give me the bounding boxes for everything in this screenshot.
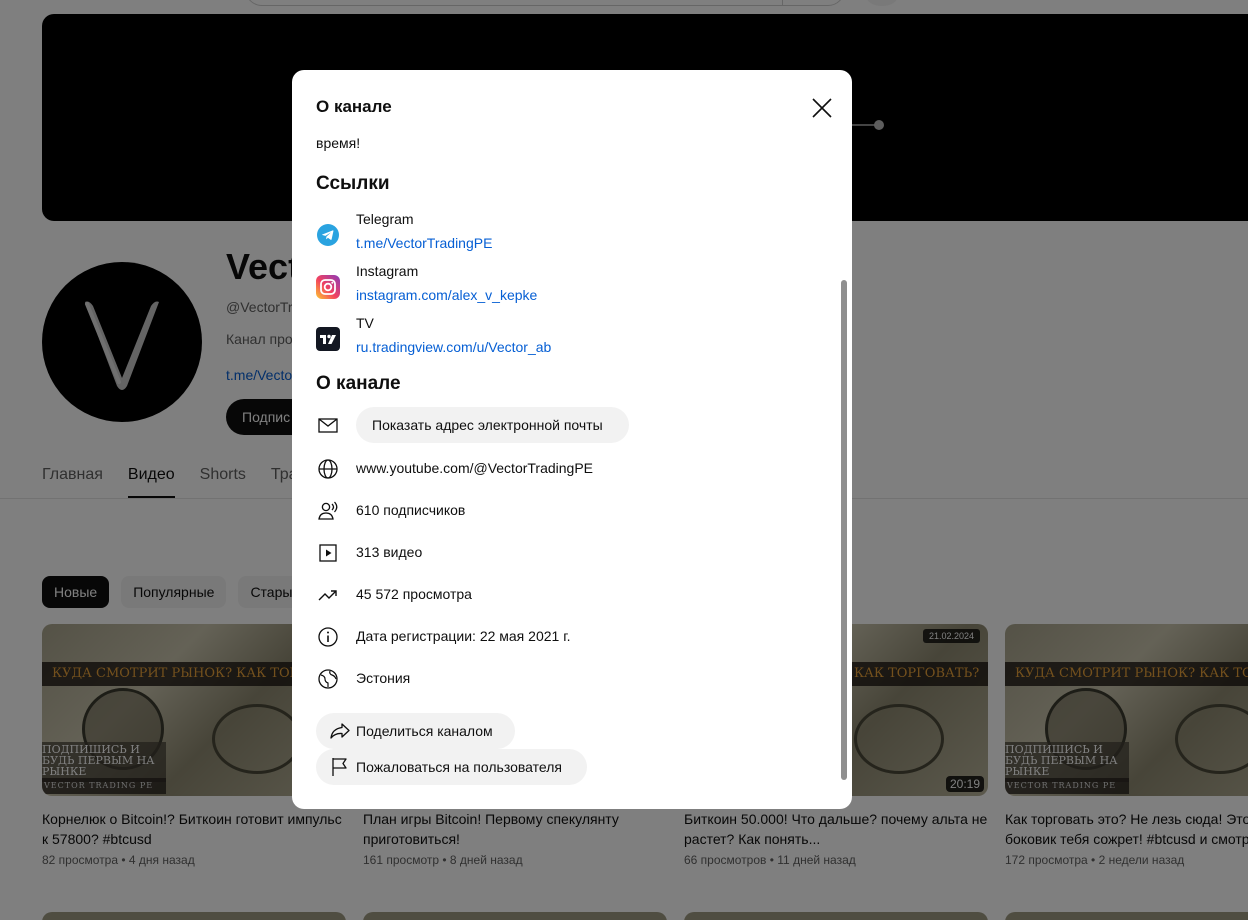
- about-heading: О канале: [316, 373, 401, 394]
- info-icon: [318, 627, 338, 647]
- report-user-button[interactable]: Пожаловаться на пользователя: [316, 749, 587, 785]
- trending-up-icon: [318, 590, 337, 601]
- subscriber-count: 610 подписчиков: [356, 502, 466, 518]
- dialog-title: О канале: [316, 97, 392, 116]
- dialog-scrollbar[interactable]: [841, 280, 847, 780]
- link-telegram[interactable]: Telegram t.me/VectorTradingPE: [316, 211, 816, 263]
- link-name: Instagram: [356, 263, 419, 279]
- video-count: 313 видео: [356, 544, 423, 560]
- link-name: TV: [356, 315, 374, 331]
- subscribers-row: 610 подписчиков: [316, 493, 816, 529]
- share-channel-button[interactable]: Поделиться каналом: [316, 713, 515, 749]
- video-play-icon: [319, 544, 337, 562]
- link-url[interactable]: instagram.com/alex_v_kepke: [356, 287, 537, 303]
- link-tradingview[interactable]: TV ru.tradingview.com/u/Vector_ab: [316, 315, 816, 367]
- close-icon: [812, 98, 832, 118]
- link-url[interactable]: t.me/VectorTradingPE: [356, 235, 492, 251]
- link-instagram[interactable]: Instagram instagram.com/alex_v_kepke: [316, 263, 816, 315]
- link-name: Telegram: [356, 211, 414, 227]
- report-user-label: Пожаловаться на пользователя: [356, 759, 562, 775]
- close-button[interactable]: [806, 92, 838, 124]
- joined-row: Дата регистрации: 22 мая 2021 г.: [316, 619, 816, 655]
- earth-icon: [318, 669, 338, 689]
- share-icon: [330, 723, 350, 739]
- description-text: время!: [316, 135, 361, 151]
- channel-url[interactable]: www.youtube.com/@VectorTradingPE: [356, 460, 593, 476]
- country-row: Эстония: [316, 661, 816, 697]
- show-email-button[interactable]: Показать адрес электронной почты: [356, 407, 629, 443]
- url-row: www.youtube.com/@VectorTradingPE: [316, 451, 816, 487]
- globe-icon: [318, 459, 338, 479]
- views-row: 45 572 просмотра: [316, 577, 816, 613]
- country: Эстония: [356, 670, 411, 686]
- subscribers-icon: [318, 501, 338, 520]
- instagram-icon: [316, 275, 340, 299]
- about-channel-dialog: О канале время! Ссылки Telegram t.me/Vec…: [292, 70, 852, 809]
- telegram-icon: [317, 224, 339, 246]
- share-channel-label: Поделиться каналом: [356, 723, 493, 739]
- tradingview-icon: [316, 327, 340, 351]
- mail-icon: [318, 418, 338, 433]
- view-count: 45 572 просмотра: [356, 586, 472, 602]
- videos-row: 313 видео: [316, 535, 816, 571]
- join-date: Дата регистрации: 22 мая 2021 г.: [356, 628, 571, 644]
- flag-icon: [332, 758, 347, 776]
- links-heading: Ссылки: [316, 173, 390, 194]
- link-url[interactable]: ru.tradingview.com/u/Vector_ab: [356, 339, 551, 355]
